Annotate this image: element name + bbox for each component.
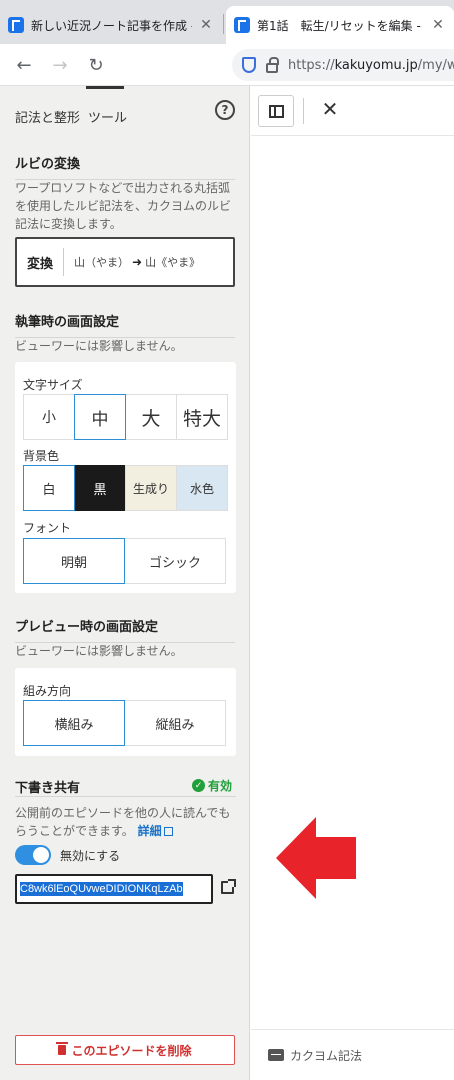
font-size-small[interactable]: 小 (23, 394, 75, 440)
draft-share-description: 公開前のエピソードを他の人に読んでもらうことができます。 詳細 (15, 804, 237, 840)
share-description-text: 公開前のエピソードを他の人に読んでもらうことができます。 (15, 806, 231, 838)
arrow-shape (276, 817, 356, 899)
back-arrow-icon[interactable]: ← (10, 51, 38, 79)
bg-white[interactable]: 白 (23, 465, 75, 511)
delete-episode-button[interactable]: このエピソードを削除 (15, 1035, 235, 1065)
bg-color-label: 背景色 (23, 449, 60, 463)
divider (15, 796, 236, 797)
browser-tab-bar: 新しい近況ノート記事を作成 - カク ✕ 第1話 転生/リセットを編集 - カク… (0, 0, 454, 44)
ruby-example: 山（やま） ➜ 山《やま》 (64, 254, 200, 270)
footer-label: カクヨム記法 (290, 1048, 363, 1063)
share-url-value: C8wk6lEoQUvweDIDIONKqLzAb (20, 882, 183, 896)
tab-close-icon[interactable]: ✕ (430, 17, 446, 33)
divider (303, 98, 304, 124)
writing-settings-title: 執筆時の画面設定 (15, 311, 235, 338)
url-host: kakuyomu.jp (334, 57, 418, 73)
tab-notation[interactable]: 記法と整形 (15, 107, 80, 126)
font-size-large[interactable]: 大 (125, 394, 177, 440)
annotation-arrow-icon (276, 817, 356, 899)
details-link-label: 詳細 (137, 824, 162, 838)
share-toggle-label: 無効にする (60, 849, 121, 863)
editor-footer[interactable]: カクヨム記法 (251, 1029, 454, 1080)
writing-settings-description: ビューワーには影響しません。 (15, 339, 183, 353)
address-bar[interactable]: https://kakuyomu.jp/my/w (232, 49, 454, 81)
ruby-example-before: 山（やま） (74, 256, 130, 269)
share-status-label: 有効 (208, 779, 233, 793)
details-link[interactable]: 詳細 (138, 824, 173, 838)
share-toggle[interactable] (15, 845, 51, 865)
close-icon[interactable]: ✕ (319, 97, 341, 121)
share-url-field[interactable]: C8wk6lEoQUvweDIDIONKqLzAb (15, 874, 213, 904)
delete-episode-label: このエピソードを削除 (71, 1043, 192, 1058)
forward-arrow-icon[interactable]: → (46, 51, 74, 79)
bg-black[interactable]: 黒 (74, 465, 126, 511)
arrow-right-icon: ➜ (132, 255, 143, 269)
browser-tab[interactable]: 新しい近況ノート記事を作成 - カク ✕ (0, 6, 222, 44)
direction-horizontal[interactable]: 横組み (23, 700, 125, 746)
convert-label: 変換 (17, 248, 65, 276)
ruby-section-title: ルビの変換 (15, 153, 235, 180)
font-label: フォント (23, 521, 72, 535)
url-path: /my/w (417, 57, 454, 73)
font-size-selector: 小 中 大 特大 (23, 394, 228, 440)
tab-tools[interactable]: ツール (88, 107, 127, 126)
url-prefix: https:// (288, 57, 335, 73)
ruby-example-after: 山《やま》 (145, 256, 201, 269)
help-icon[interactable]: ? (215, 100, 235, 120)
direction-selector: 横組み 縦組み (23, 700, 226, 746)
bg-kinari[interactable]: 生成り (125, 465, 177, 511)
preview-settings-title: プレビュー時の画面設定 (15, 616, 235, 643)
kakuyomu-favicon-icon (234, 17, 250, 33)
editor-toolbar: ✕ (251, 86, 454, 136)
direction-label: 組み方向 (23, 684, 72, 698)
font-size-xlarge[interactable]: 特大 (176, 394, 228, 440)
tab-close-icon[interactable]: ✕ (198, 17, 214, 33)
kakuyomu-favicon-icon (8, 17, 24, 33)
check-icon: ✓ (192, 779, 205, 792)
direction-vertical[interactable]: 縦組み (124, 700, 226, 746)
ruby-convert-button[interactable]: 変換 山（やま） ➜ 山《やま》 (15, 237, 235, 287)
external-link-icon[interactable] (221, 879, 236, 894)
bg-light-blue[interactable]: 水色 (176, 465, 228, 511)
browser-toolbar: ← → ↻ https://kakuyomu.jp/my/w (0, 44, 454, 86)
font-mincho[interactable]: 明朝 (23, 538, 125, 584)
font-gothic[interactable]: ゴシック (124, 538, 226, 584)
shield-icon[interactable] (242, 57, 256, 73)
preview-settings-description: ビューワーには影響しません。 (15, 644, 183, 658)
tab-title: 第1話 転生/リセットを編集 - カク (257, 18, 424, 33)
sidebar-toggle-icon (268, 104, 284, 118)
external-link-icon (163, 827, 173, 836)
browser-tab-active[interactable]: 第1話 転生/リセットを編集 - カク ✕ (226, 6, 454, 44)
bg-color-selector: 白 黒 生成り 水色 (23, 465, 228, 511)
trash-icon (56, 1042, 69, 1055)
font-size-label: 文字サイズ (23, 378, 83, 392)
font-selector: 明朝 ゴシック (23, 538, 226, 584)
tab-title: 新しい近況ノート記事を作成 - カク (31, 18, 192, 33)
share-status: ✓ 有効 (192, 777, 232, 794)
active-tab-indicator (86, 86, 124, 89)
font-size-medium[interactable]: 中 (74, 394, 126, 440)
ruby-section-description: ワープロソフトなどで出力される丸括弧を使用したルビ記法を、カクヨムのルビ記法に変… (15, 181, 232, 231)
sidebar-toggle-button[interactable] (258, 95, 294, 127)
kakuyomu-notation-icon (268, 1049, 284, 1061)
panel-header: 記法と整形 ツール (15, 106, 237, 126)
tab-divider (223, 14, 224, 34)
editor-area: ✕ カクヨム記法 (251, 86, 454, 1080)
reload-icon[interactable]: ↻ (82, 51, 110, 79)
lock-icon[interactable] (266, 56, 279, 73)
